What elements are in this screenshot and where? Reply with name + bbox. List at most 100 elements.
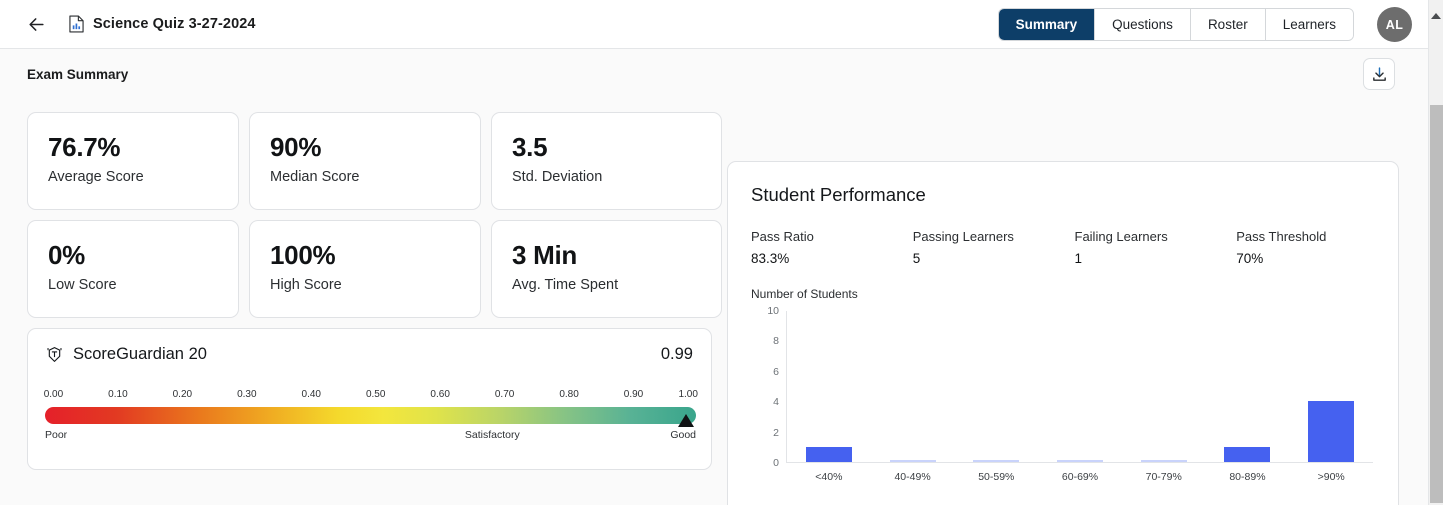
- scrollbar-thumb[interactable]: [1430, 105, 1443, 503]
- student-performance-title: Student Performance: [751, 184, 926, 205]
- chart-y-tick: 6: [773, 365, 779, 378]
- tab-roster[interactable]: Roster: [1190, 9, 1266, 40]
- chart-bar[interactable]: [1140, 460, 1187, 462]
- stat-label: Std. Deviation: [512, 168, 603, 185]
- stat-card-grid: 76.7% Average Score 90% Median Score 3.5…: [27, 112, 722, 318]
- caret-up-icon[interactable]: [1431, 13, 1441, 19]
- scoreguardian-gradient-bar: [45, 407, 696, 427]
- scale-tick: 0.00: [43, 389, 64, 400]
- page-content: Exam Summary 76.7% Average Score 90% Med…: [0, 49, 1428, 505]
- scoreguardian-header: ScoreGuardian 20: [45, 345, 694, 364]
- chart-x-tick: <40%: [815, 471, 843, 483]
- kpi-value: 5: [912, 251, 921, 266]
- chart-y-tick: 4: [773, 396, 779, 409]
- chart-bar-slot: [1206, 311, 1290, 462]
- chart-bar-slot: [787, 311, 871, 462]
- kpi-label: Pass Ratio: [751, 229, 814, 244]
- tab-summary[interactable]: Summary: [998, 9, 1096, 40]
- tab-questions[interactable]: Questions: [1095, 9, 1191, 40]
- exam-summary-heading: Exam Summary: [27, 67, 129, 82]
- scoreguardian-title: ScoreGuardian 20: [73, 345, 207, 363]
- chart-x-tick: 40-49%: [894, 471, 931, 483]
- stat-value: 90%: [270, 132, 322, 162]
- chart-bar[interactable]: [805, 446, 852, 462]
- scale-tick: 0.60: [430, 389, 450, 400]
- stat-value: 100%: [270, 240, 336, 270]
- chart-x-tick-labels: <40% 40-49% 50-59% 60-69% 70-79% 80-89% >90%: [787, 471, 1373, 483]
- chart-y-tick: 8: [773, 335, 779, 348]
- chart-y-tick: 0: [773, 457, 779, 469]
- stat-value: 3.5: [512, 132, 548, 162]
- chart-bar-slot: [954, 311, 1038, 462]
- download-button[interactable]: [1363, 58, 1395, 90]
- scale-tick: 0.10: [108, 389, 128, 400]
- performance-kpi-row: Pass Ratio 83.3% Passing Learners 5 Fail…: [751, 229, 1398, 266]
- tab-learners[interactable]: Learners: [1265, 9, 1353, 40]
- chart-bar-slot: [1038, 311, 1122, 462]
- legend-satisfactory: Satisfactory: [464, 429, 520, 441]
- kpi-pass-threshold: Pass Threshold 70%: [1236, 229, 1398, 266]
- scoreguardian-scale: 0.00 0.10 0.20 0.30 0.40 0.50 0.60 0.70 …: [43, 389, 698, 443]
- arrow-left-icon: [28, 17, 44, 31]
- chart-bar[interactable]: [1308, 401, 1355, 462]
- kpi-pass-ratio: Pass Ratio 83.3%: [751, 229, 913, 266]
- chart-x-tick: 60-69%: [1061, 471, 1099, 483]
- stat-label: Median Score: [270, 168, 360, 185]
- chart-x-tick: 70-79%: [1145, 471, 1182, 483]
- download-icon: [1372, 66, 1386, 81]
- chart-plot-area: [787, 311, 1373, 463]
- avatar[interactable]: AL: [1377, 7, 1412, 42]
- chart-y-tick: 2: [773, 426, 779, 439]
- kpi-label: Failing Learners: [1074, 229, 1168, 244]
- chart-bar[interactable]: [889, 460, 936, 462]
- kpi-label: Passing Learners: [912, 229, 1014, 244]
- stat-label: Average Score: [48, 168, 144, 185]
- left-column: 76.7% Average Score 90% Median Score 3.5…: [27, 112, 722, 470]
- stat-label: High Score: [270, 276, 342, 293]
- student-distribution-chart: 10 8 6 4 2 0 <40% 40-49% 50-59% 60-69% 70-79% 80-8…: [751, 305, 1391, 491]
- chart-bar[interactable]: [1224, 446, 1271, 462]
- stat-card-avg-time-spent: 3 Min Avg. Time Spent: [491, 220, 722, 318]
- stat-value: 3 Min: [512, 240, 577, 270]
- stat-card-high-score: 100% High Score: [249, 220, 481, 318]
- chart-bar[interactable]: [1057, 460, 1104, 462]
- stat-card-average-score: 76.7% Average Score: [27, 112, 239, 210]
- kpi-failing-learners: Failing Learners 1: [1075, 229, 1237, 266]
- stat-label: Avg. Time Spent: [512, 276, 619, 293]
- scoreguardian-tick-labels: 0.00 0.10 0.20 0.30 0.40 0.50 0.60 0.70 …: [43, 389, 698, 403]
- shield-guardian-icon: [45, 345, 64, 364]
- student-performance-card: Student Performance Pass Ratio 83.3% Pas…: [727, 161, 1399, 505]
- chart-bar[interactable]: [973, 460, 1020, 462]
- scoreguardian-marker: [677, 414, 694, 427]
- stat-value: 0%: [48, 240, 85, 270]
- scale-tick: 0.80: [559, 389, 579, 400]
- document-chart-icon: [69, 15, 84, 33]
- stat-card-std-deviation: 3.5 Std. Deviation: [491, 112, 722, 210]
- kpi-passing-learners: Passing Learners 5: [913, 229, 1075, 266]
- chart-bar-slot: [1122, 311, 1206, 462]
- vertical-scrollbar[interactable]: [1428, 0, 1443, 505]
- page-title: Science Quiz 3-27-2024: [93, 16, 256, 32]
- scoreguardian-card: ScoreGuardian 20 0.99 0.00 0.10 0.20 0.3…: [27, 328, 712, 470]
- scale-tick: 1.00: [678, 389, 698, 400]
- kpi-value: 70%: [1236, 251, 1264, 266]
- chart-x-tick: 50-59%: [978, 471, 1015, 483]
- scale-tick: 0.90: [623, 389, 644, 400]
- chart-x-tick: 80-89%: [1229, 471, 1266, 483]
- kpi-label: Pass Threshold: [1236, 229, 1327, 244]
- scale-tick: 0.40: [301, 389, 321, 400]
- back-button[interactable]: [19, 7, 53, 41]
- kpi-value: 1: [1074, 251, 1083, 266]
- chart-axis-caption: Number of Students: [751, 287, 858, 301]
- chart-bar-slot: [1289, 311, 1373, 462]
- chart-y-tick: 10: [767, 305, 779, 317]
- stat-value: 76.7%: [48, 132, 121, 162]
- scale-tick: 0.20: [172, 389, 193, 400]
- top-header-bar: Science Quiz 3-27-2024 Summary Questions…: [0, 0, 1428, 49]
- scale-tick: 0.30: [237, 389, 257, 400]
- app-root: Science Quiz 3-27-2024 Summary Questions…: [0, 0, 1443, 505]
- chart-x-tick: >90%: [1317, 471, 1345, 483]
- legend-good: Good: [670, 429, 696, 441]
- scale-tick: 0.70: [494, 389, 515, 400]
- stat-label: Low Score: [48, 276, 117, 293]
